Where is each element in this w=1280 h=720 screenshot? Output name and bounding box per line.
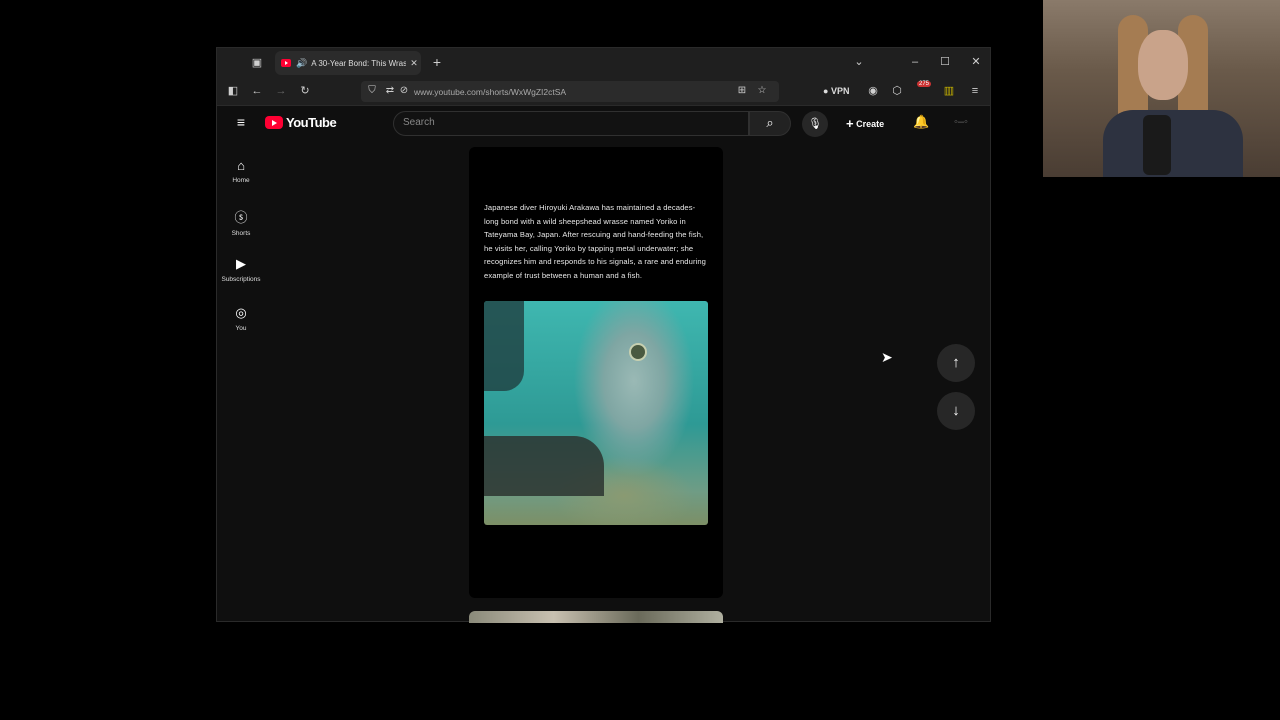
speaker-icon[interactable]: 🔊 bbox=[296, 58, 307, 69]
diver-mask bbox=[484, 301, 524, 391]
minimize-icon[interactable]: – bbox=[907, 54, 923, 70]
reader-icon[interactable]: ⊞ bbox=[735, 83, 749, 99]
vpn-label: VPN bbox=[830, 86, 850, 96]
you-icon: ◎ bbox=[235, 305, 247, 320]
forward-icon[interactable]: → bbox=[273, 83, 289, 99]
extensions-icon[interactable]: ⬡ bbox=[889, 83, 905, 99]
search-placeholder: Search bbox=[403, 117, 435, 128]
arrow-down-icon: ↓ bbox=[952, 402, 960, 419]
vpn-button[interactable]: ● VPN bbox=[823, 86, 849, 96]
browser-window: ▣ 🔊 A 30-Year Bond: This Wrasse ✕ + ⌄ – … bbox=[216, 47, 991, 623]
tab-overview-icon[interactable]: ▣ bbox=[249, 55, 265, 71]
studio-microphone bbox=[1143, 115, 1171, 175]
sidebar-label: Subscriptions bbox=[221, 276, 261, 283]
chevron-down-icon[interactable]: ⌄ bbox=[851, 54, 867, 70]
fish-eye bbox=[629, 343, 647, 361]
next-short-preview[interactable] bbox=[469, 611, 723, 623]
new-tab-icon[interactable]: + bbox=[429, 54, 445, 70]
sidebar-item-you[interactable]: ◎ You bbox=[211, 305, 271, 332]
sidebar-toggle-icon[interactable]: ◧ bbox=[225, 83, 241, 99]
notifications-bell-icon[interactable]: 🔔 bbox=[913, 114, 929, 130]
diver-arm bbox=[484, 436, 604, 496]
search-icon: ⌕ bbox=[766, 115, 774, 130]
previous-short-button[interactable]: ↑ bbox=[937, 344, 975, 382]
shield-icon[interactable]: ⛉ bbox=[365, 83, 379, 99]
create-button[interactable]: + Create bbox=[846, 116, 884, 131]
youtube-page: ≡ YouTube Search ⌕ 🎙 + Create 🔔 ◦–◦ ⌂ Ho… bbox=[217, 106, 990, 623]
permissions-icon[interactable]: ⇄ bbox=[383, 83, 397, 99]
extension-badge: 275 bbox=[917, 81, 932, 87]
sidebar-item-shorts[interactable]: ⓢ Shorts bbox=[211, 207, 271, 237]
sidebar-label: Home bbox=[232, 177, 250, 184]
extension-d-icon[interactable]: ◉ bbox=[865, 83, 881, 99]
loading-icon: ◦–◦ bbox=[954, 116, 968, 128]
voice-search-button[interactable]: 🎙 bbox=[802, 111, 828, 137]
sidebar-label: Shorts bbox=[231, 230, 251, 237]
short-video-image[interactable] bbox=[484, 301, 708, 525]
bookmark-star-icon[interactable]: ☆ bbox=[755, 83, 769, 99]
close-tab-icon[interactable]: ✕ bbox=[410, 58, 418, 69]
microphone-icon: 🎙 bbox=[808, 118, 822, 130]
next-short-button[interactable]: ↓ bbox=[937, 392, 975, 430]
youtube-logo-text[interactable]: YouTube bbox=[286, 115, 337, 130]
plus-icon: + bbox=[846, 116, 854, 131]
subscriptions-icon: ▶ bbox=[236, 256, 246, 271]
navigation-bar: ◧ ← → ↻ ⛉ ⇄ ⊘ ⊞ ☆ www.youtube.com/shorts… bbox=[217, 78, 990, 106]
create-label: Create bbox=[856, 119, 885, 129]
mouse-cursor-icon: ➤ bbox=[881, 349, 893, 365]
home-icon: ⌂ bbox=[237, 158, 245, 173]
search-button[interactable]: ⌕ bbox=[749, 111, 791, 136]
presenter-face bbox=[1138, 30, 1188, 100]
url-text: www.youtube.com/shorts/WxWgZI2ctSA bbox=[414, 87, 567, 97]
presenter-shirt bbox=[1103, 110, 1243, 177]
equalizer-icon[interactable]: ▥ bbox=[941, 83, 957, 99]
back-icon[interactable]: ← bbox=[249, 83, 265, 99]
youtube-favicon-icon bbox=[281, 59, 291, 67]
hamburger-menu-icon[interactable]: ≡ bbox=[233, 114, 249, 130]
sidebar-label: You bbox=[235, 325, 247, 332]
search-input[interactable] bbox=[393, 111, 749, 136]
arrow-up-icon: ↑ bbox=[952, 354, 960, 371]
reload-icon[interactable]: ↻ bbox=[297, 83, 313, 99]
sidebar-item-subscriptions[interactable]: ▶ Subscriptions bbox=[211, 256, 271, 283]
menu-icon[interactable]: ≡ bbox=[967, 83, 983, 99]
browser-tab[interactable]: 🔊 A 30-Year Bond: This Wrasse ✕ bbox=[275, 51, 421, 75]
tab-title: A 30-Year Bond: This Wrasse bbox=[311, 58, 407, 68]
youtube-logo-icon[interactable] bbox=[265, 116, 283, 129]
sidebar-item-home[interactable]: ⌂ Home bbox=[211, 158, 271, 184]
shorts-icon: ⓢ bbox=[234, 210, 248, 225]
vpn-icon: ● bbox=[823, 86, 829, 96]
tracking-icon[interactable]: ⊘ bbox=[397, 83, 411, 99]
webcam-overlay bbox=[1043, 0, 1280, 177]
maximize-icon[interactable]: ☐ bbox=[937, 54, 953, 70]
close-window-icon[interactable]: ✕ bbox=[968, 54, 984, 70]
title-bar: ▣ 🔊 A 30-Year Bond: This Wrasse ✕ + ⌄ – … bbox=[217, 48, 990, 78]
short-description: Japanese diver Hiroyuki Arakawa has main… bbox=[484, 203, 707, 280]
